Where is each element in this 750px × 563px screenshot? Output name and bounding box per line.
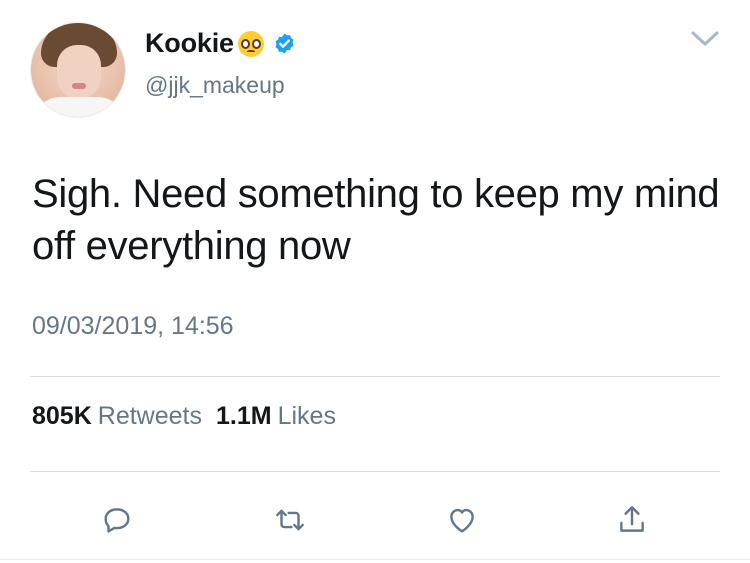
avatar[interactable] [30,22,126,118]
likes-count[interactable]: 1.1M [216,402,272,431]
retweets-label[interactable]: Retweets [98,402,202,431]
avatar-lips [72,83,86,89]
avatar-shirt [31,97,125,117]
divider [0,559,750,560]
divider [30,471,720,472]
chevron-down-icon[interactable] [690,30,720,48]
likes-label[interactable]: Likes [278,402,336,431]
share-button[interactable] [612,500,652,540]
verified-badge-icon [275,33,294,54]
retweet-icon [276,509,304,531]
heart-icon [450,508,474,533]
tweet-stats: 805K Retweets 1.1M Likes [32,402,344,431]
avatar-face [57,45,101,99]
retweet-button[interactable] [270,500,310,540]
author-handle[interactable]: @jjk_makeup [145,72,285,99]
pleading-face-emoji-icon [237,30,264,57]
divider [30,376,720,377]
display-name[interactable]: Kookie [145,28,234,59]
reply-button[interactable] [97,500,137,540]
tweet-card: Kookie @jjk_makeup Sigh. Need something … [0,0,750,563]
retweets-count[interactable]: 805K [32,402,92,431]
author-name-row[interactable]: Kookie [145,28,296,59]
like-button[interactable] [442,500,482,540]
tweet-text: Sigh. Need something to keep my mind off… [32,172,720,268]
tweet-timestamp[interactable]: 09/03/2019, 14:56 [32,312,234,341]
reply-icon [104,508,130,533]
share-icon [620,506,644,532]
